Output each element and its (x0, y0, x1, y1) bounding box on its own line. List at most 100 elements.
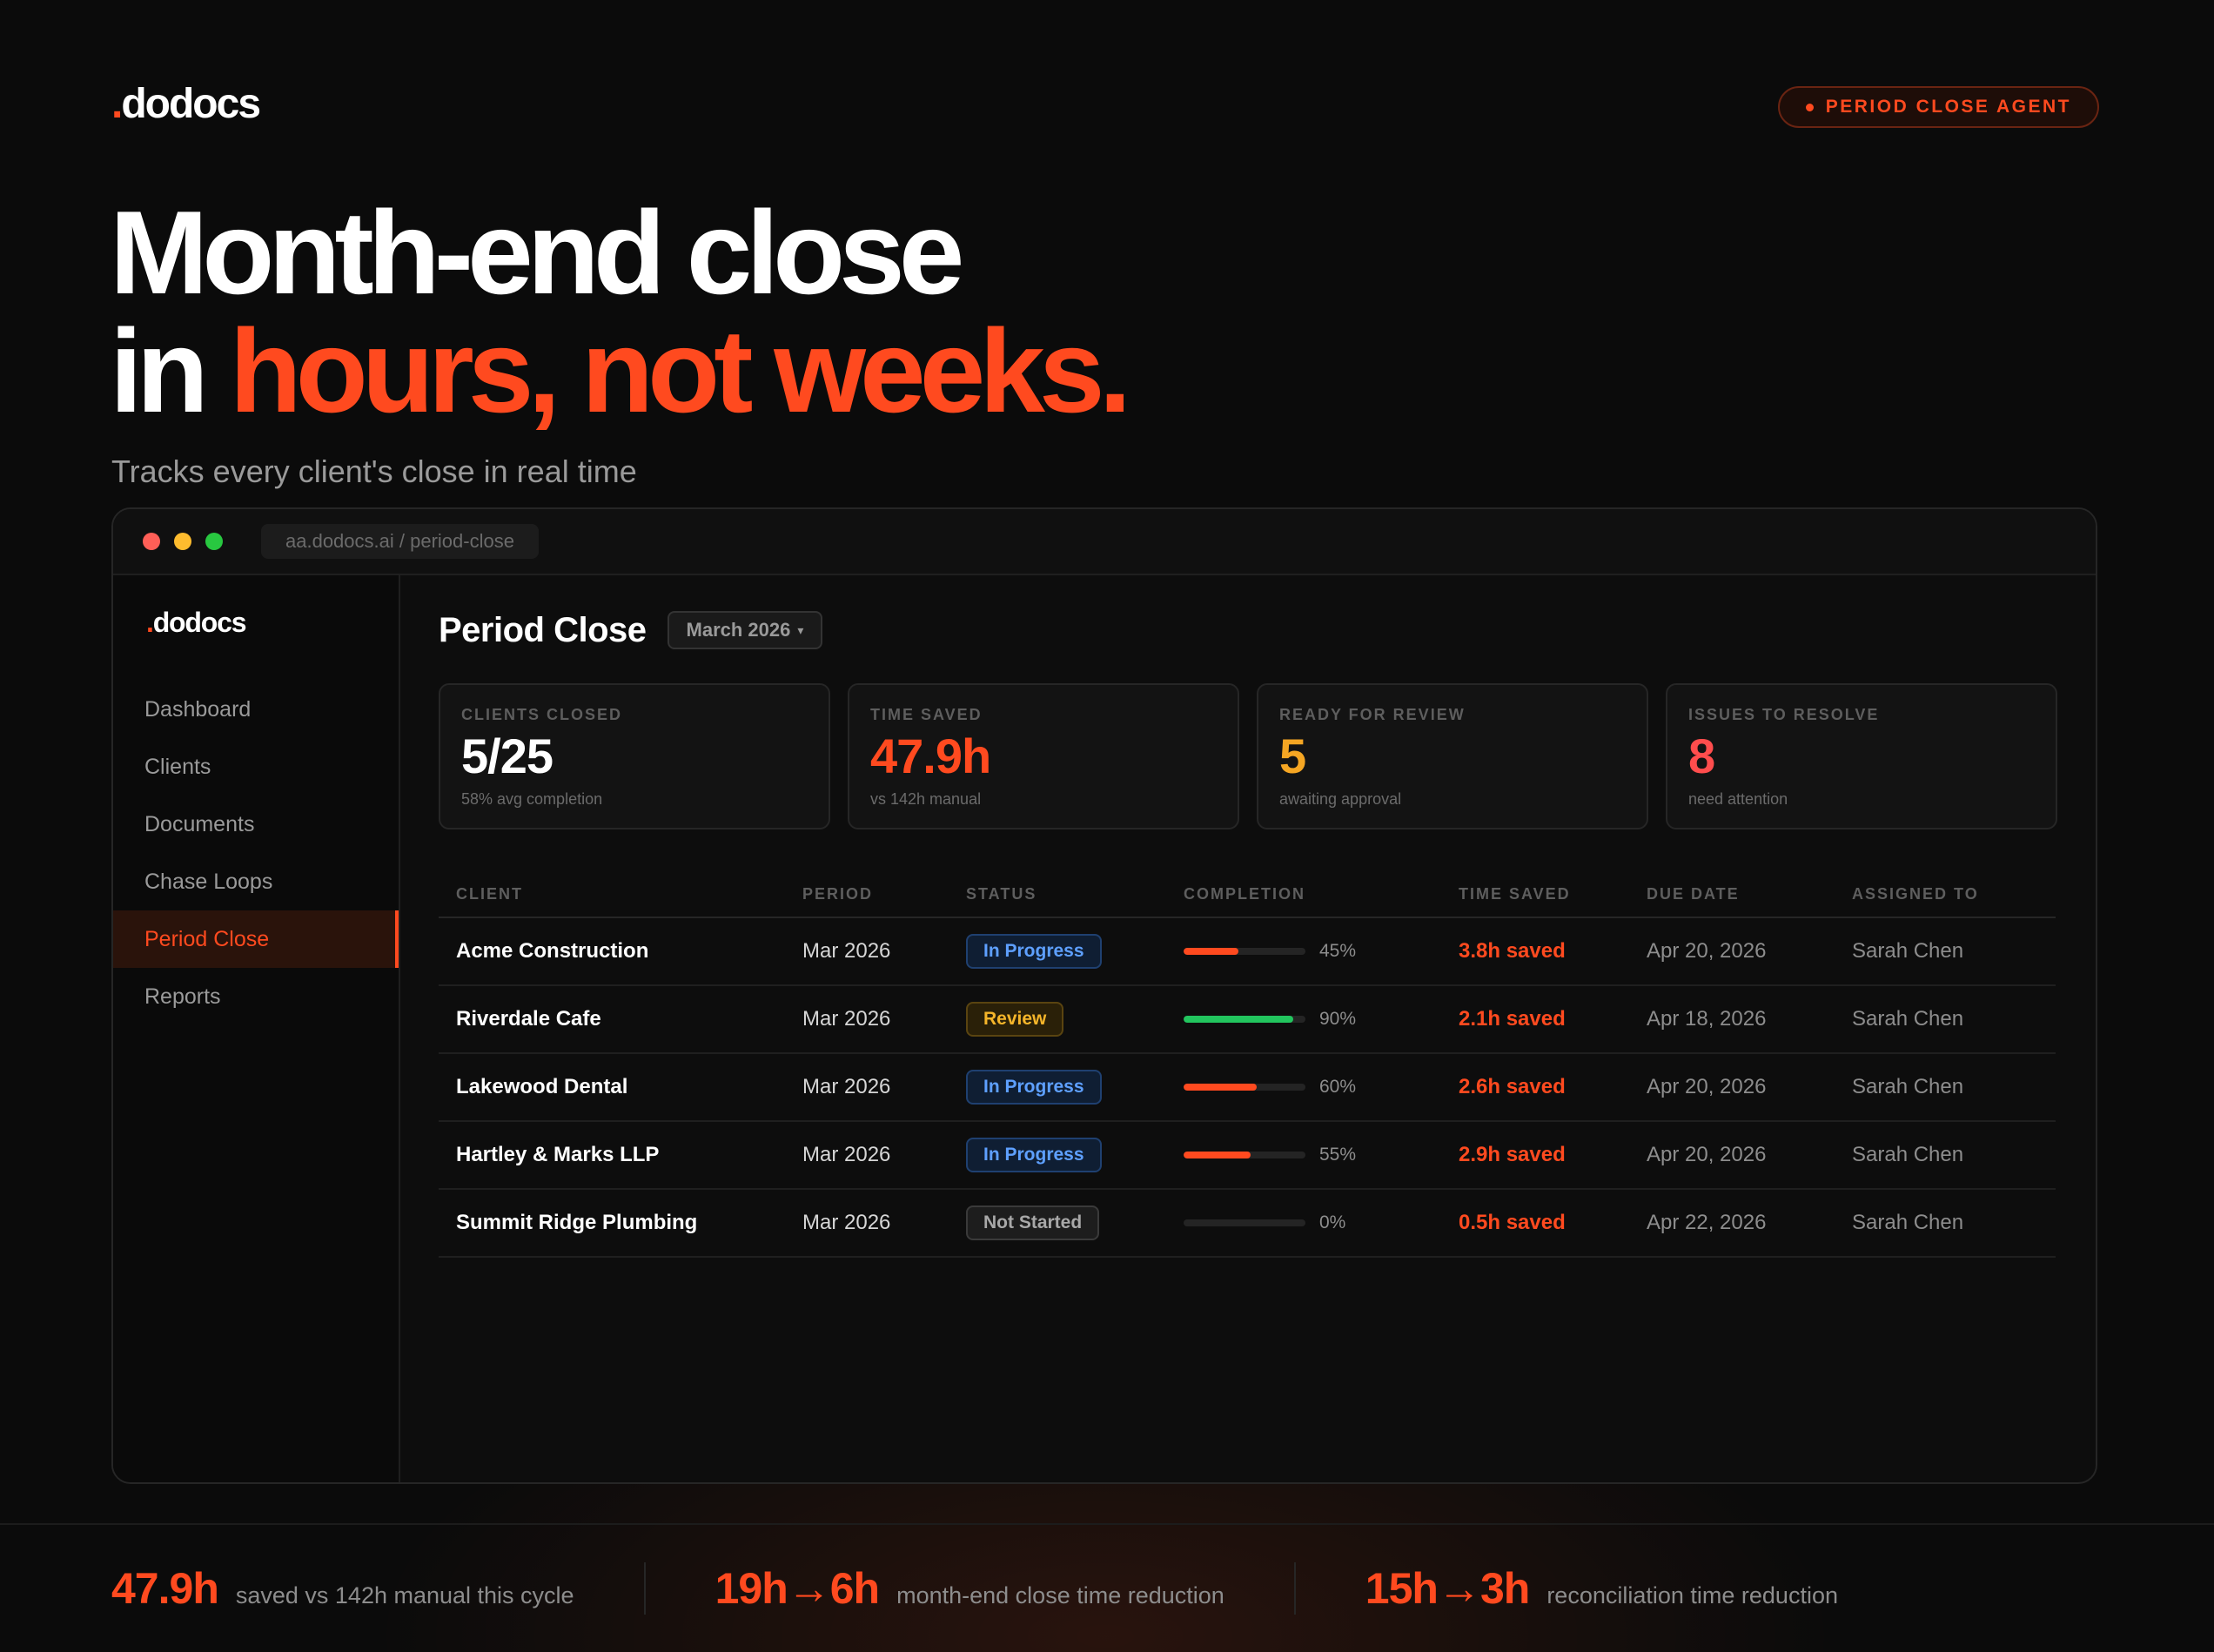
status-cell: Not Started (966, 1205, 1184, 1240)
sidebar-item-dashboard[interactable]: Dashboard (113, 681, 399, 738)
completion-percent: 45% (1319, 941, 1357, 961)
stats-row: CLIENTS CLOSED 5/25 58% avg completion T… (439, 683, 2057, 829)
stat-card-time-saved: TIME SAVED 47.9h vs 142h manual (848, 683, 1239, 829)
period-close-table: CLIENT PERIOD STATUS COMPLETION TIME SAV… (439, 871, 2056, 1258)
sidebar-item-reports[interactable]: Reports (113, 968, 399, 1025)
stat-card-issues-to-resolve: ISSUES TO RESOLVE 8 need attention (1666, 683, 2057, 829)
time-saved-cell: 2.1h saved (1459, 1007, 1566, 1031)
assignee-cell: Sarah Chen (1852, 1211, 1964, 1234)
minimize-window-icon[interactable] (174, 533, 191, 550)
table-row[interactable]: Hartley & Marks LLP Mar 2026 In Progress 55… (439, 1122, 2056, 1190)
assignee-cell: Sarah Chen (1852, 1143, 1964, 1166)
progress-bar (1184, 1084, 1305, 1091)
period-cell: Mar 2026 (802, 1143, 891, 1166)
bottom-stat-time-saved: 47.9h saved vs 142h manual this cycle (111, 1564, 574, 1613)
status-cell: Review (966, 1002, 1184, 1037)
url-bar[interactable]: aa.dodocs.ai / period-close (261, 524, 539, 559)
completion-cell: 90% (1184, 1009, 1459, 1030)
hero-line-1: Month-end close (110, 186, 964, 319)
stat-card-ready-for-review: READY FOR REVIEW 5 awaiting approval (1257, 683, 1648, 829)
sidebar-item-documents[interactable]: Documents (113, 796, 399, 853)
assignee-cell: Sarah Chen (1852, 939, 1964, 963)
status-cell: In Progress (966, 934, 1184, 969)
completion-cell: 60% (1184, 1077, 1459, 1098)
table-row[interactable]: Riverdale Cafe Mar 2026 Review 90% 2.1h save… (439, 986, 2056, 1054)
sidebar-item-chase-loops[interactable]: Chase Loops (113, 853, 399, 910)
sidebar-item-clients[interactable]: Clients (113, 738, 399, 796)
hero-subtitle: Tracks every client's close in real time (111, 453, 637, 489)
completion-percent: 0% (1319, 1212, 1346, 1232)
progress-bar (1184, 948, 1305, 955)
stat-value: 47.9h (870, 729, 991, 783)
time-saved-cell: 2.9h saved (1459, 1143, 1566, 1166)
divider (1293, 1562, 1296, 1615)
close-window-icon[interactable] (143, 533, 160, 550)
period-select[interactable]: March 2026 ▾ (667, 611, 823, 649)
bottom-stat-reconciliation-reduction: 15h→3h reconciliation time reduction (1365, 1564, 1838, 1613)
due-date-cell: Apr 20, 2026 (1647, 1075, 1767, 1098)
time-saved-cell: 0.5h saved (1459, 1211, 1566, 1234)
main-content: Period Close March 2026 ▾ CLIENTS CLOSED… (400, 575, 2096, 1482)
time-saved-cell: 2.6h saved (1459, 1075, 1566, 1098)
status-badge: Not Started (966, 1205, 1100, 1240)
period-close-agent-badge: PERIOD CLOSE AGENT (1777, 86, 2099, 128)
period-cell: Mar 2026 (802, 1075, 891, 1098)
hero-line-2: in hours, not weeks. (110, 305, 1131, 437)
table-row[interactable]: Acme Construction Mar 2026 In Progress 45% 3… (439, 918, 2056, 986)
completion-cell: 0% (1184, 1212, 1459, 1233)
app-window: aa.dodocs.ai / period-close .dodocs Dash… (111, 507, 2097, 1484)
due-date-cell: Apr 22, 2026 (1647, 1211, 1767, 1234)
time-saved-cell: 3.8h saved (1459, 939, 1566, 963)
period-select-value: March 2026 (686, 619, 791, 641)
table-row[interactable]: Lakewood Dental Mar 2026 In Progress 60% 2.6… (439, 1054, 2056, 1122)
progress-bar (1184, 1219, 1305, 1226)
hero-headline: Month-end close in hours, not weeks. (110, 186, 1131, 437)
due-date-cell: Apr 18, 2026 (1647, 1007, 1767, 1031)
table-body: Acme Construction Mar 2026 In Progress 45% 3… (439, 918, 2056, 1258)
status-cell: In Progress (966, 1070, 1184, 1105)
window-titlebar: aa.dodocs.ai / period-close (113, 509, 2096, 575)
client-name[interactable]: Riverdale Cafe (439, 1007, 802, 1031)
bottom-stat-close-reduction: 19h→6h month-end close time reduction (715, 1564, 1224, 1613)
sidebar: .dodocs Dashboard Clients Documents Chas… (113, 575, 400, 1482)
due-date-cell: Apr 20, 2026 (1647, 939, 1767, 963)
status-badge: In Progress (966, 1138, 1102, 1172)
divider (643, 1562, 646, 1615)
table-header: CLIENT PERIOD STATUS COMPLETION TIME SAV… (439, 871, 2056, 918)
chevron-down-icon: ▾ (797, 622, 804, 637)
completion-cell: 45% (1184, 941, 1459, 962)
stat-value: 5 (1279, 729, 1306, 783)
sidebar-item-period-close[interactable]: Period Close (113, 910, 399, 968)
period-cell: Mar 2026 (802, 1007, 891, 1031)
due-date-cell: Apr 20, 2026 (1647, 1143, 1767, 1166)
app-body: .dodocs Dashboard Clients Documents Chas… (113, 575, 2096, 1482)
client-name[interactable]: Summit Ridge Plumbing (439, 1211, 802, 1235)
stat-value: 8 (1688, 729, 1715, 783)
status-dot-icon (1805, 103, 1814, 111)
stat-card-clients-closed: CLIENTS CLOSED 5/25 58% avg completion (439, 683, 830, 829)
brand-logo: .dodocs (111, 81, 261, 127)
stat-value: 5/25 (461, 729, 554, 783)
completion-cell: 55% (1184, 1145, 1459, 1165)
client-name[interactable]: Lakewood Dental (439, 1075, 802, 1099)
sidebar-logo[interactable]: .dodocs (146, 607, 399, 639)
period-cell: Mar 2026 (802, 1211, 891, 1234)
client-name[interactable]: Acme Construction (439, 939, 802, 964)
table-row[interactable]: Summit Ridge Plumbing Mar 2026 Not Started… (439, 1190, 2056, 1258)
maximize-window-icon[interactable] (205, 533, 223, 550)
page-title: Period Close (439, 610, 647, 649)
main-header: Period Close March 2026 ▾ (439, 607, 2057, 654)
assignee-cell: Sarah Chen (1852, 1075, 1964, 1098)
completion-percent: 90% (1319, 1009, 1357, 1029)
progress-bar (1184, 1152, 1305, 1158)
completion-percent: 60% (1319, 1077, 1357, 1097)
progress-fill (1184, 1084, 1257, 1091)
status-badge: Review (966, 1002, 1064, 1037)
client-name[interactable]: Hartley & Marks LLP (439, 1143, 802, 1167)
bottom-stats-bar: 47.9h saved vs 142h manual this cycle 19… (0, 1523, 2214, 1652)
status-cell: In Progress (966, 1138, 1184, 1172)
progress-fill (1184, 948, 1238, 955)
hero-accent: hours, not weeks. (229, 305, 1132, 437)
progress-fill (1184, 1152, 1251, 1158)
status-badge: In Progress (966, 934, 1102, 969)
